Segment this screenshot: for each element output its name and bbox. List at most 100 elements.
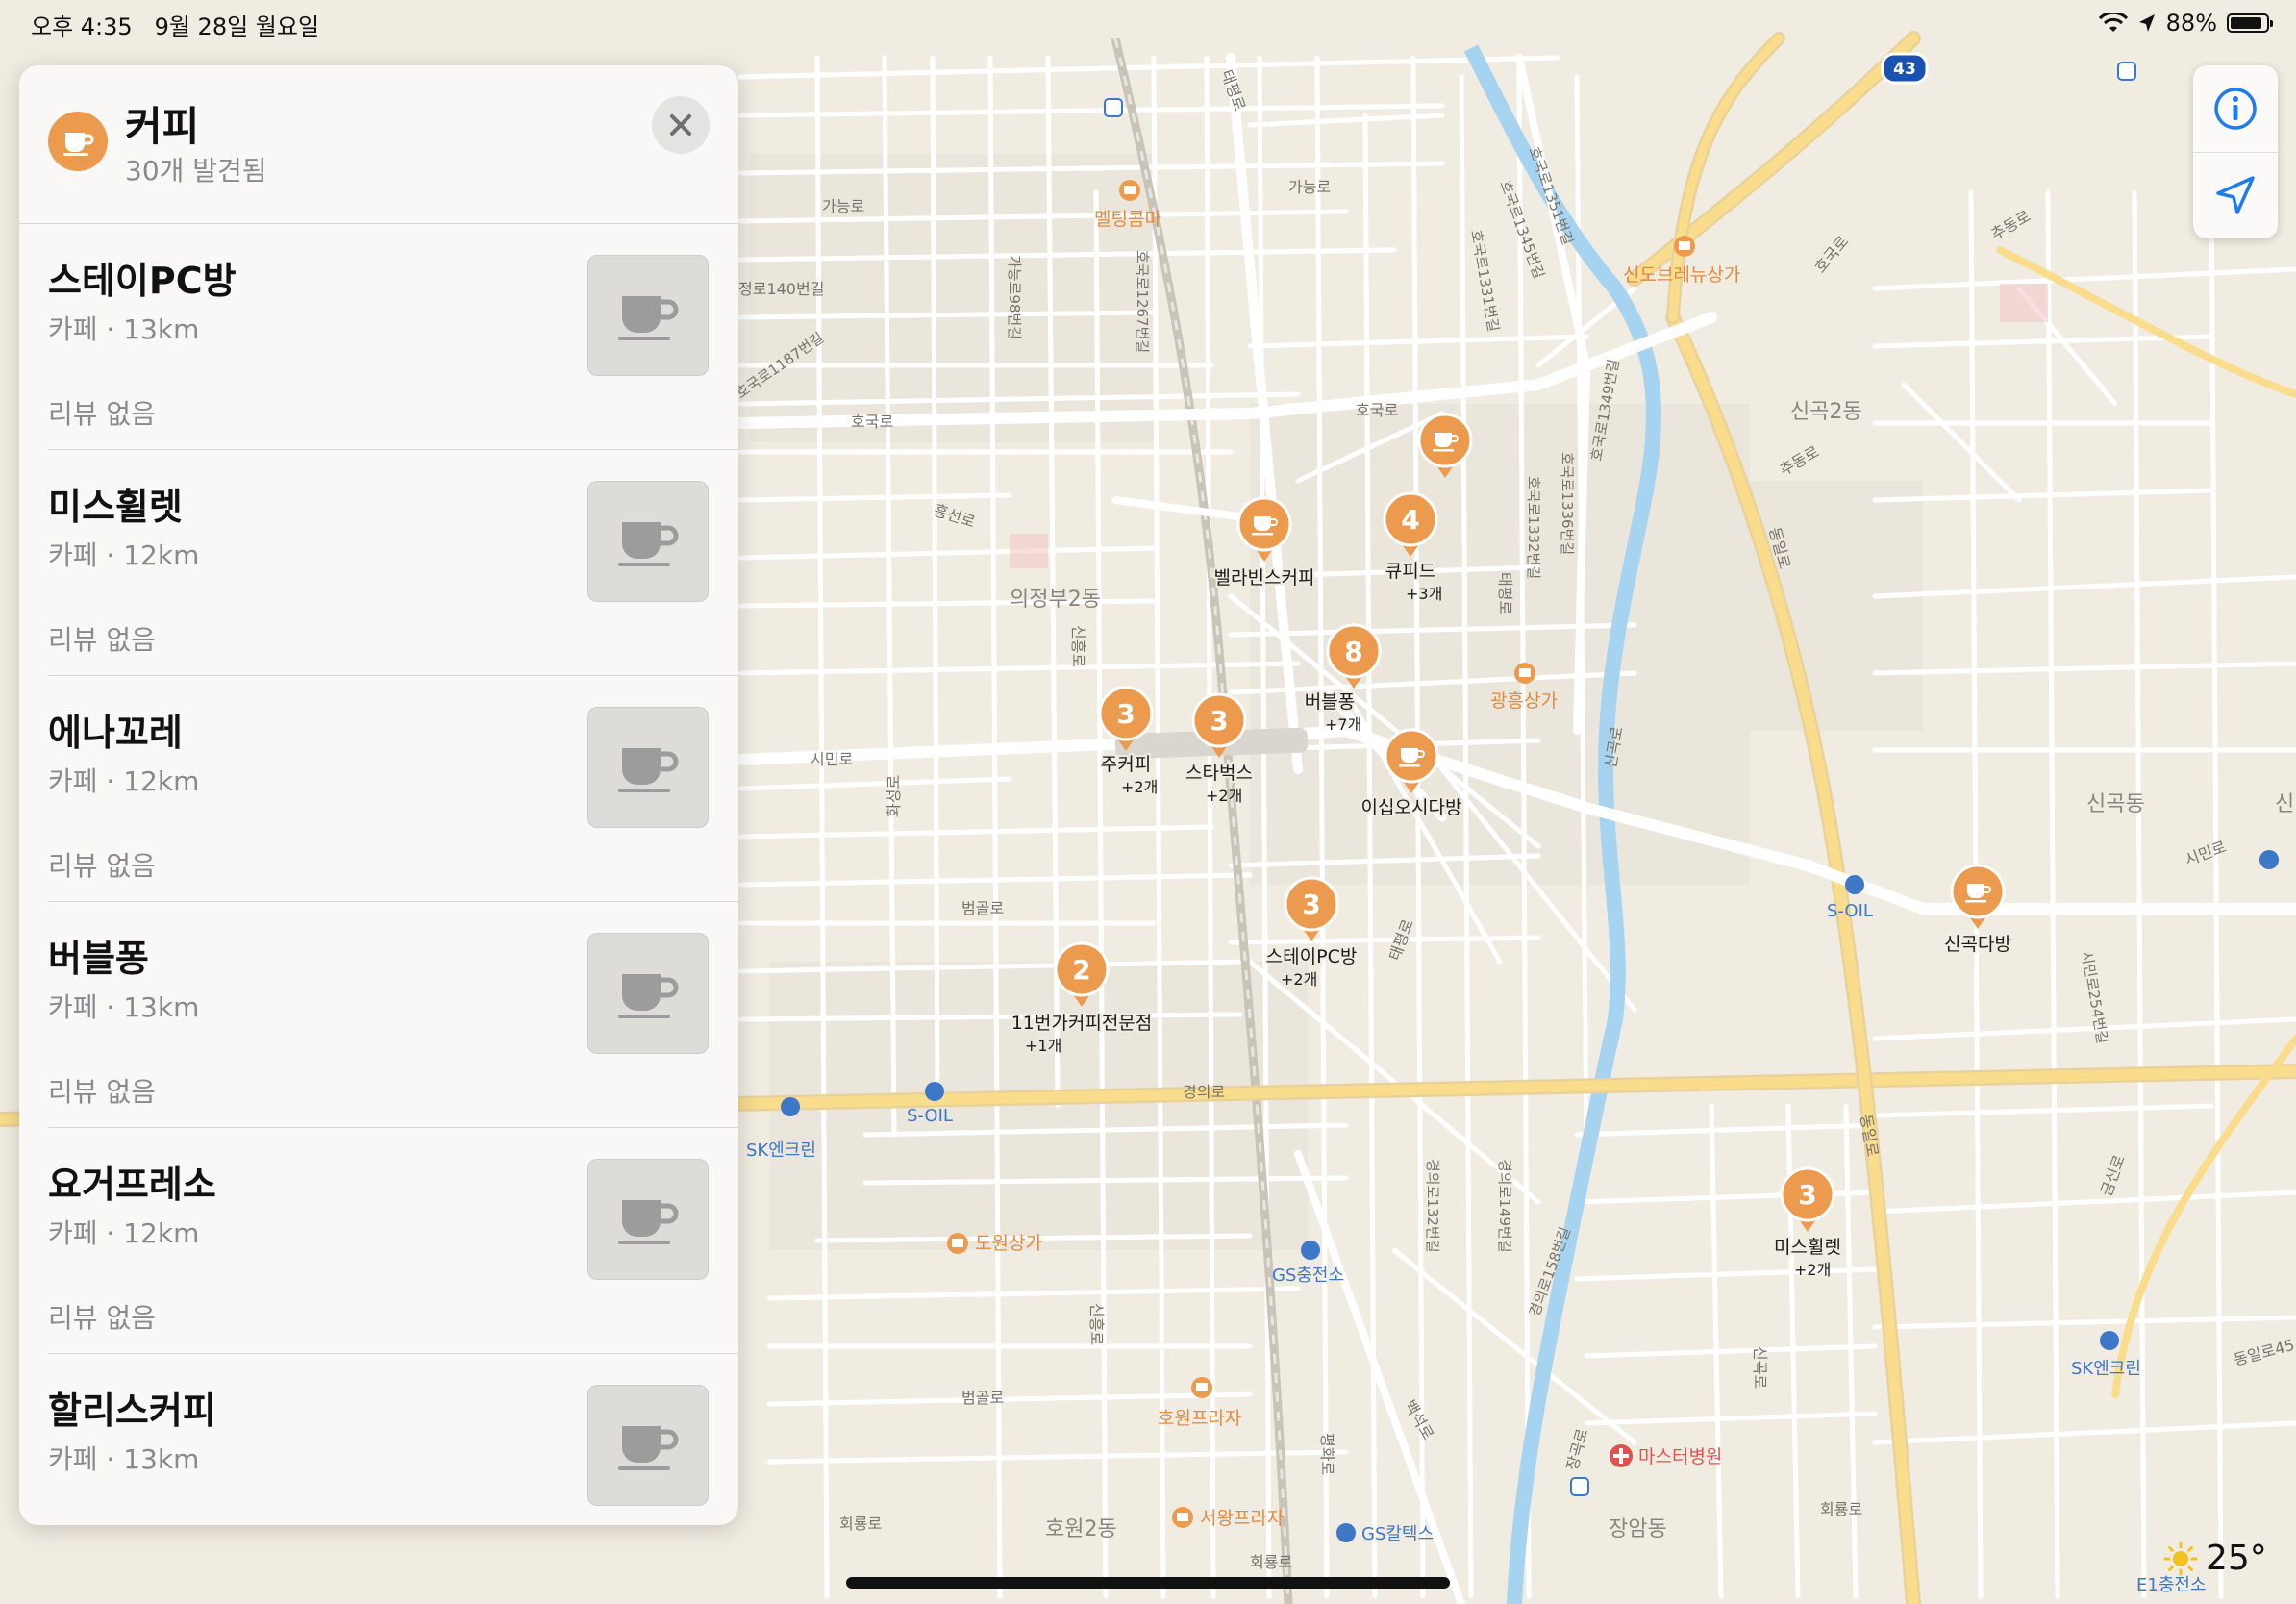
coffee-cup-icon — [587, 1385, 709, 1506]
coffee-cup-icon — [587, 1159, 709, 1280]
road-label: 회룡로 — [839, 1515, 882, 1533]
battery-icon — [2227, 13, 2273, 33]
info-button[interactable] — [2193, 65, 2278, 152]
svg-text:광흥상가: 광흥상가 — [1490, 690, 1558, 712]
road-label: 화성로 — [885, 775, 903, 817]
close-button[interactable] — [652, 96, 710, 154]
pin-label: 버블퐁 — [1305, 691, 1355, 713]
status-time: 오후 4:35 9월 28일 월요일 — [31, 13, 320, 40]
road-label: 경의로 — [1183, 1083, 1225, 1101]
status-date: 9월 28일 월요일 — [154, 13, 320, 40]
result-review: 리뷰 없음 — [48, 1523, 156, 1525]
svg-text:S-OIL: S-OIL — [1827, 901, 1873, 921]
search-results-panel[interactable]: 커피 30개 발견됨 스테이PC방 카페 · 13km 리뷰 없음 미스휠렛 카페 · … — [19, 65, 738, 1525]
road-label: 평화로 — [1318, 1433, 1336, 1475]
result-name: 할리스커피 — [48, 1390, 216, 1432]
pin-count: 3 — [1116, 698, 1135, 730]
result-review: 리뷰 없음 — [48, 1076, 156, 1108]
road-label: 호국로1332번길 — [1525, 476, 1542, 579]
result-review: 리뷰 없음 — [48, 624, 156, 656]
pin-count: 8 — [1344, 636, 1362, 667]
road-label: 태평로 — [1496, 572, 1514, 614]
poi-seowang-plaza[interactable]: 서왕프라자 — [1172, 1507, 1284, 1529]
coffee-cup-icon — [587, 481, 709, 602]
result-name: 요거프레소 — [48, 1164, 216, 1206]
sun-icon — [2163, 1541, 2198, 1575]
results-count: 30개 발견됨 — [125, 155, 267, 187]
svg-text:마스터병원: 마스터병원 — [1638, 1446, 1722, 1467]
pin-count: 3 — [1798, 1179, 1816, 1211]
coffee-cup-icon — [48, 112, 108, 171]
area-label: 신곡동 — [2086, 792, 2145, 816]
wifi-icon — [2098, 13, 2128, 32]
result-category-distance: 카페 · 12km — [48, 539, 200, 571]
result-category-distance: 카페 · 13km — [48, 1443, 200, 1475]
result-review: 리뷰 없음 — [48, 850, 156, 882]
road-label: 호국로 — [851, 413, 893, 431]
result-item[interactable]: 할리스커피카페 · 13km 리뷰 없음 — [19, 1354, 738, 1525]
location-arrow-icon — [2216, 176, 2255, 214]
result-category-distance: 카페 · 12km — [48, 765, 200, 797]
poi-e1[interactable]: E1충전소 — [2136, 1575, 2207, 1595]
panel-title: 커피 — [125, 103, 200, 150]
svg-text:SK엔크린: SK엔크린 — [746, 1140, 816, 1161]
bus-stop-icon[interactable] — [1104, 98, 1123, 117]
pin-label: 11번가커피전문점 — [1011, 1013, 1153, 1034]
pin-label: 주커피 — [1101, 754, 1151, 775]
svg-text:신도브레뉴상가: 신도브레뉴상가 — [1623, 264, 1740, 286]
poi-sk-3[interactable] — [2259, 850, 2279, 869]
svg-text:E1충전소: E1충전소 — [2136, 1575, 2207, 1595]
pin-count: 3 — [1302, 889, 1320, 920]
location-services-icon — [2138, 14, 2155, 32]
bus-stop-icon[interactable] — [2117, 62, 2136, 81]
road-label: 호국로 — [1356, 401, 1398, 419]
result-item[interactable]: 요거프레소 카페 · 12km 리뷰 없음 — [19, 1128, 738, 1354]
map-controls — [2193, 65, 2278, 238]
pin-count: 2 — [1072, 954, 1090, 986]
result-item[interactable]: 버블퐁 카페 · 13km 리뷰 없음 — [19, 902, 738, 1128]
road-label: 가능로 — [1288, 178, 1331, 196]
road-label: 범골로 — [961, 899, 1004, 917]
pin-more-count: +1개 — [1025, 1037, 1061, 1055]
weather-widget: 25° — [2163, 1539, 2267, 1578]
road-label: 호국로1267번길 — [1134, 250, 1151, 353]
svg-text:도원상가: 도원상가 — [975, 1233, 1042, 1254]
result-item[interactable]: 스테이PC방 카페 · 13km 리뷰 없음 — [19, 224, 738, 450]
temperature: 25° — [2206, 1539, 2267, 1578]
result-name: 에나꼬레 — [48, 712, 183, 754]
pin-more-count: +2개 — [1121, 778, 1158, 796]
area-label: 신 — [2275, 792, 2294, 816]
road-label: 신흥로 — [1069, 625, 1087, 667]
result-name: 버블퐁 — [48, 938, 149, 980]
info-icon — [2214, 88, 2257, 130]
result-name: 스테이PC방 — [48, 260, 237, 302]
road-label: 회룡로 — [1250, 1553, 1292, 1571]
poi-master-hospital[interactable]: 마스터병원 — [1610, 1444, 1722, 1467]
area-label: 장암동 — [1609, 1517, 1667, 1541]
road-label: 범골로 — [961, 1389, 1004, 1407]
pin-count: 4 — [1401, 504, 1419, 536]
road-label: 경의로132번길 — [1424, 1159, 1441, 1253]
area-label: 호원2동 — [1045, 1517, 1117, 1541]
result-item[interactable]: 에나꼬레카페 · 12km 리뷰 없음 — [19, 676, 738, 902]
result-item[interactable]: 미스휠렛카페 · 12km 리뷰 없음 — [19, 450, 738, 676]
pin-count: 3 — [1210, 705, 1228, 737]
pin-label: 이십오시다방 — [1361, 797, 1462, 818]
road-label: 신흥로 — [1087, 1303, 1106, 1345]
pin-more-count: +2개 — [1281, 970, 1317, 989]
svg-text:서왕프라자: 서왕프라자 — [1200, 1508, 1284, 1529]
pin-label: 스타벅스 — [1185, 763, 1253, 784]
results-list[interactable]: 스테이PC방 카페 · 13km 리뷰 없음 미스휠렛 카페 · 12km 리뷰 없음 에나… — [19, 224, 738, 1525]
result-category-distance: 카페 · 13km — [48, 313, 200, 345]
highway-shield-icon: 43 — [1881, 52, 1929, 85]
poi-dowon[interactable]: 도원상가 — [947, 1233, 1042, 1254]
result-review: 리뷰 없음 — [48, 1302, 156, 1334]
road-label: 회룡로 — [1820, 1500, 1862, 1518]
result-name: 미스휠렛 — [48, 486, 183, 528]
coffee-cup-icon — [587, 933, 709, 1054]
pin-more-count: +2개 — [1206, 787, 1242, 805]
home-indicator[interactable] — [846, 1577, 1450, 1589]
pin-more-count: +2개 — [1794, 1261, 1831, 1279]
bus-stop-icon[interactable] — [1570, 1477, 1589, 1496]
current-location-button[interactable] — [2193, 152, 2278, 238]
